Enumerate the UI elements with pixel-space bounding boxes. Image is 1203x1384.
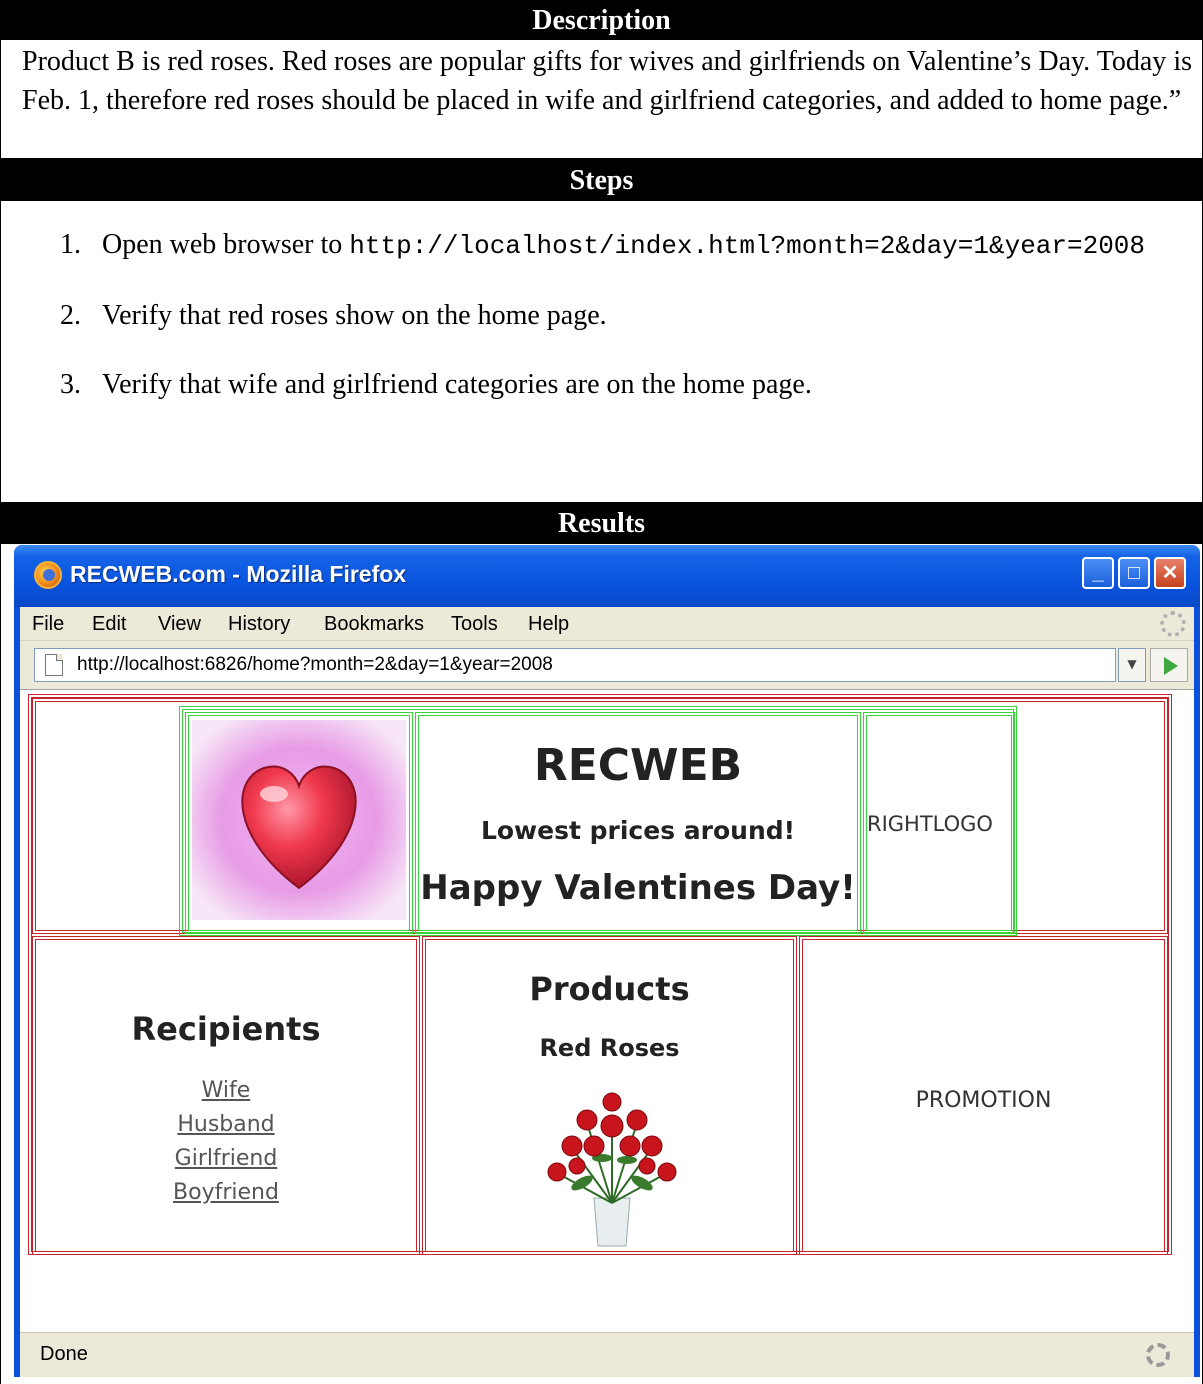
menu-bar: File Edit View History Bookmarks Tools H…: [20, 607, 1194, 640]
menu-file[interactable]: File: [32, 613, 64, 636]
go-icon[interactable]: [1150, 648, 1188, 682]
results-header: Results: [0, 502, 1203, 544]
step-text: Open web browser to: [102, 229, 350, 260]
recipients-cell: Recipients Wife Husband Girlfriend Boyfr…: [32, 936, 420, 1255]
menu-view[interactable]: View: [158, 613, 201, 636]
firefox-icon: [34, 561, 62, 589]
header-row: RECWEB Lowest prices around! Happy Valen…: [32, 698, 1168, 936]
steps-header-label: Steps: [569, 165, 634, 196]
description-header-label: Description: [532, 5, 671, 36]
red-roses-image[interactable]: [532, 1088, 692, 1248]
description-header: Description: [0, 0, 1203, 40]
step-item: 3. Verify that wife and girlfriend categ…: [60, 366, 1180, 403]
menu-tools[interactable]: Tools: [451, 613, 498, 636]
menu-edit[interactable]: Edit: [92, 613, 126, 636]
throbber-icon: [1160, 611, 1186, 637]
page-viewport: RECWEB Lowest prices around! Happy Valen…: [20, 689, 1194, 1332]
browser-chrome: File Edit View History Bookmarks Tools H…: [20, 607, 1194, 1377]
promotion-cell: PROMOTION: [799, 936, 1168, 1255]
recipient-link-wife[interactable]: Wife: [36, 1078, 416, 1103]
description-text: Product B is red roses. Red roses are po…: [22, 46, 1192, 116]
step-number: 2.: [60, 300, 81, 331]
window-title: RECWEB.com - Mozilla Firefox: [70, 561, 407, 587]
heart-image-cell: [185, 712, 413, 934]
dropdown-icon[interactable]: ▼: [1118, 648, 1146, 682]
title-bar: RECWEB.com - Mozilla Firefox _ □ ✕: [14, 545, 1200, 607]
heart-image: [192, 720, 406, 920]
promotion-label: PROMOTION: [915, 1088, 1052, 1113]
step-item: 2. Verify that red roses show on the hom…: [60, 297, 1180, 334]
gear-icon: [1146, 1343, 1170, 1367]
steps-header: Steps: [0, 159, 1203, 201]
right-logo-cell: RIGHTLOGO: [863, 712, 1015, 934]
status-bar: Done: [20, 1332, 1194, 1377]
recipient-link-husband[interactable]: Husband: [36, 1112, 416, 1137]
greeting: Happy Valentines Day!: [420, 868, 856, 908]
step-url: http://localhost/index.html?month=2&day=…: [349, 231, 1146, 261]
address-text: http://localhost:6826/home?month=2&day=1…: [77, 654, 553, 675]
browser-window: RECWEB.com - Mozilla Firefox _ □ ✕ File …: [14, 545, 1200, 1377]
navigation-bar: http://localhost:6826/home?month=2&day=1…: [20, 640, 1194, 688]
menu-history[interactable]: History: [228, 613, 290, 636]
step-text: Verify that wife and girlfriend categori…: [102, 369, 812, 400]
title-cell: RECWEB Lowest prices around! Happy Valen…: [415, 712, 861, 934]
step-number: 3.: [60, 369, 81, 400]
recipient-link-boyfriend[interactable]: Boyfriend: [36, 1180, 416, 1205]
step-number: 1.: [60, 229, 81, 260]
page-layout-table: RECWEB Lowest prices around! Happy Valen…: [28, 694, 1172, 1255]
product-name: Red Roses: [539, 1034, 680, 1062]
status-text: Done: [40, 1343, 88, 1365]
site-title: RECWEB: [533, 740, 743, 791]
maximize-button[interactable]: □: [1118, 557, 1150, 589]
step-item: 1. Open web browser to http://localhost/…: [60, 226, 1180, 265]
products-cell: Products Red Roses: [422, 936, 797, 1255]
address-bar[interactable]: http://localhost:6826/home?month=2&day=1…: [34, 648, 1116, 682]
step-text: Verify that red roses show on the home p…: [102, 300, 607, 331]
close-button[interactable]: ✕: [1154, 557, 1186, 589]
menu-bookmarks[interactable]: Bookmarks: [324, 613, 424, 636]
right-logo: RIGHTLOGO: [867, 812, 993, 836]
steps-list: 1. Open web browser to http://localhost/…: [60, 226, 1180, 433]
minimize-button[interactable]: _: [1082, 557, 1114, 589]
recipients-title: Recipients: [131, 1010, 321, 1048]
tagline: Lowest prices around!: [480, 816, 796, 845]
products-title: Products: [529, 970, 690, 1008]
page-icon: [45, 654, 63, 676]
results-header-label: Results: [557, 508, 646, 539]
header-inner-table: RECWEB Lowest prices around! Happy Valen…: [179, 706, 1017, 936]
recipient-link-girlfriend[interactable]: Girlfriend: [36, 1146, 416, 1171]
menu-help[interactable]: Help: [528, 613, 569, 636]
